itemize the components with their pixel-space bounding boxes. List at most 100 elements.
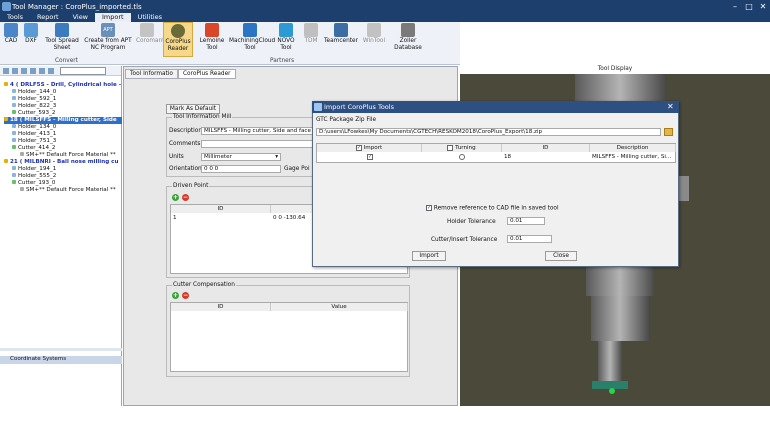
wintool-button[interactable]: WinTool [361, 22, 387, 45]
row-description-cell[interactable]: MILSFFS - Milling cutter, Si... [590, 153, 676, 161]
comp-id-header[interactable]: ID [171, 303, 271, 311]
cutter-compensation-grid[interactable]: ID Value [170, 302, 408, 372]
add-driven-point-button[interactable]: + [172, 194, 179, 201]
holder-icon [12, 173, 16, 177]
comp-value-header[interactable]: Value [271, 303, 408, 311]
import-all-checkbox[interactable]: ✓ [355, 144, 362, 151]
tree-holder[interactable]: Holder_555_2 [12, 173, 56, 180]
turning-all-checkbox[interactable] [447, 144, 454, 151]
coromant-button[interactable]: Coromant [136, 22, 165, 45]
tree-tool-4[interactable]: 4 ( DRLF5S - Drill, Cylindrical hole - [4, 82, 121, 89]
import-header-label: Import [363, 145, 383, 151]
machiningcloud-tool-button[interactable]: MachiningCloud Tool [229, 22, 275, 51]
remove-compensation-button[interactable]: − [182, 292, 189, 299]
turning-header-label: Turning [455, 145, 476, 151]
coordinate-systems-item[interactable]: Coordinate Systems [0, 356, 122, 364]
dxf-label: DXF [25, 38, 37, 44]
turning-header[interactable]: Turning [422, 144, 502, 152]
create-from-apt-label: Create from APT NC Program [84, 38, 132, 51]
tdm-button[interactable]: TDM [301, 22, 321, 45]
close-button[interactable]: Close [545, 251, 577, 261]
remove-reference-option[interactable]: ✓ Remove reference to CAD file in saved … [426, 205, 559, 212]
tree-holder[interactable]: Holder_822_3 [12, 103, 56, 110]
teamcenter-button[interactable]: Teamcenter [324, 22, 358, 45]
tree-holder[interactable]: Holder_194_1 [12, 166, 56, 173]
tab-utilities[interactable]: Utilities [131, 13, 169, 22]
add-icon[interactable] [3, 67, 9, 74]
novo-tool-button[interactable]: NOVO Tool [275, 22, 297, 51]
remove-driven-point-button[interactable]: − [182, 194, 189, 201]
tree-splitter[interactable] [0, 348, 122, 351]
tab-coroplus-reader[interactable]: CoroPlus Reader [177, 69, 236, 79]
filter-icon[interactable] [30, 67, 36, 74]
zip-path-field[interactable]: D:\users\LFowkes\My Documents\CGTECH\RES… [316, 128, 661, 136]
tab-view[interactable]: View [66, 13, 95, 22]
tree-material[interactable]: SM+** Default Force Material ** [20, 152, 116, 159]
import-button[interactable]: Import [412, 251, 446, 261]
tree-row-label: Holder_134_0 [18, 124, 57, 130]
close-window-button[interactable]: ✕ [756, 0, 770, 13]
tool-spread-sheet-button[interactable]: Tool Spread Sheet [44, 22, 80, 51]
import-header[interactable]: ✓ Import [317, 144, 422, 152]
tree-holder[interactable]: Holder_134_0 [12, 124, 56, 131]
wintool-label: WinTool [362, 38, 386, 44]
orientation-label: Orientation [169, 166, 202, 172]
tab-report[interactable]: Report [30, 13, 66, 22]
tree-tool-21[interactable]: 21 ( MILBNRI - Ball nose milling cu [4, 159, 118, 166]
mark-as-default-button[interactable]: Mark As Default [166, 104, 220, 114]
tree-material[interactable]: SM+** Default Force Material ** [20, 187, 116, 194]
comments-field[interactable] [201, 140, 313, 148]
minimize-button[interactable]: – [728, 0, 742, 13]
coroplus-reader-button[interactable]: CoroPlus Reader [163, 22, 193, 57]
maximize-button[interactable]: □ [742, 0, 756, 13]
description-header[interactable]: Description [590, 144, 676, 152]
search-icon[interactable] [39, 67, 45, 74]
tree-holder[interactable]: Holder_413_1 [12, 131, 56, 138]
create-from-apt-button[interactable]: APT Create from APT NC Program [84, 22, 132, 51]
add-compensation-button[interactable]: + [172, 292, 179, 299]
tree-row-label: Holder_144_0 [18, 89, 57, 95]
holder-icon [12, 124, 16, 128]
units-select[interactable]: Millimeter ▾ [201, 153, 281, 161]
tree-holder[interactable]: Holder_144_0 [12, 89, 56, 96]
orientation-field[interactable]: 0 0 0 [201, 165, 281, 173]
dialog-close-icon[interactable]: ✕ [667, 102, 674, 111]
row-import-cell[interactable]: ✓ [365, 153, 375, 161]
cutter-tolerance-label: Cutter/Insert Tolerance [431, 237, 498, 243]
delete-icon[interactable] [21, 67, 27, 74]
tree-row-label: 21 ( MILBNRI - Ball nose milling cu [10, 159, 119, 165]
driven-point-label: Driven Point [172, 183, 210, 189]
browse-folder-icon[interactable] [664, 128, 673, 136]
status-bar [0, 406, 770, 430]
sort-icon[interactable] [48, 67, 54, 74]
holder-icon [12, 138, 16, 142]
tab-import[interactable]: Import [95, 13, 131, 22]
window-title: Tool Manager : CoroPlus_imported.tls [12, 2, 142, 11]
tree-holder[interactable]: Holder_751_3 [12, 138, 56, 145]
holder-tolerance-field[interactable]: 0.01 [507, 217, 545, 225]
remove-reference-checkbox[interactable]: ✓ [426, 205, 432, 211]
tree-tool-18[interactable]: 18 ( MILSFFS - Milling cutter, Side [4, 117, 122, 124]
row-import-checkbox[interactable]: ✓ [367, 153, 373, 160]
tree-filter-dropdown[interactable] [60, 66, 106, 75]
tab-tool-information[interactable]: Tool Informatio [125, 69, 178, 79]
tree-cutter[interactable]: Cutter_193_0 [12, 180, 55, 187]
tree-holder[interactable]: Holder_592_1 [12, 96, 56, 103]
cad-button[interactable]: CAD [2, 22, 20, 45]
driven-point-id-cell[interactable]: 1 [171, 214, 271, 222]
copy-icon[interactable] [12, 67, 18, 74]
driven-id-header[interactable]: ID [171, 205, 271, 213]
tree-cutter[interactable]: Cutter_593_2 [12, 110, 55, 117]
id-header[interactable]: ID [502, 144, 590, 152]
import-tools-grid[interactable]: ✓ Import Turning ID Description ✓ 18 MIL… [316, 143, 676, 163]
row-turning-radio[interactable] [459, 153, 465, 160]
row-turning-cell[interactable] [457, 153, 467, 161]
cutter-tolerance-field[interactable]: 0.01 [507, 235, 552, 243]
lemoine-tool-button[interactable]: Lemoine Tool [198, 22, 226, 51]
tab-tools[interactable]: Tools [0, 13, 30, 22]
row-id-cell[interactable]: 18 [502, 153, 590, 161]
zoller-database-button[interactable]: Zoller Database [393, 22, 423, 51]
dxf-button[interactable]: DXF [22, 22, 40, 45]
tree-cutter[interactable]: Cutter_414_2 [12, 145, 55, 152]
description-field[interactable]: MILSFFS - Milling cutter, Side and face … [201, 127, 313, 135]
